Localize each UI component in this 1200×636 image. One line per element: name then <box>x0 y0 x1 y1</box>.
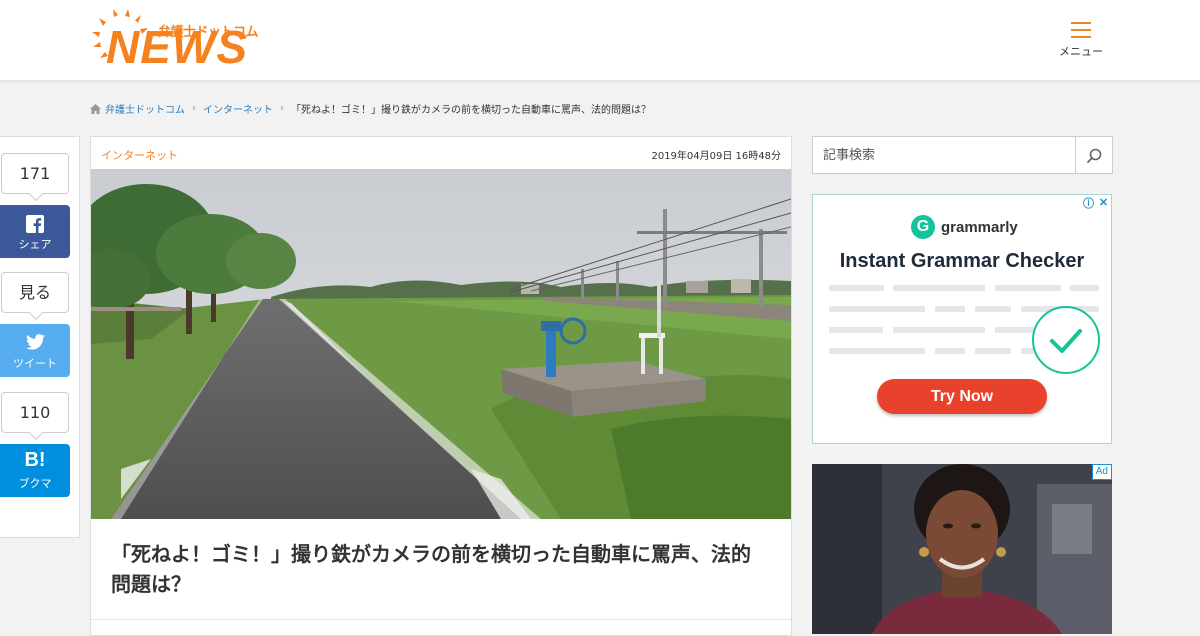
hamburger-menu-icon <box>1071 22 1091 38</box>
breadcrumb-category-link[interactable]: インターネット <box>203 101 273 116</box>
logo-wordmark: NEWS <box>106 21 248 73</box>
hatena-bookmark-icon: B! <box>24 449 46 471</box>
facebook-icon <box>26 215 44 233</box>
search-input[interactable] <box>813 137 1075 173</box>
info-icon[interactable]: ⓘ <box>1081 195 1096 210</box>
grammarly-brand: G grammarly <box>911 215 1018 239</box>
grammarly-logo-icon: G <box>911 215 935 239</box>
article-title: 「死ねよ！ゴミ！」撮り鉄がカメラの前を横切った自動車に罵声、法的問題は？ <box>111 542 751 596</box>
site-logo[interactable]: 弁護士ドットコム NEWS <box>92 8 259 72</box>
home-icon <box>90 103 101 114</box>
facebook-share-button[interactable]: シェア <box>0 205 70 258</box>
breadcrumb-separator: › <box>192 103 196 114</box>
breadcrumb-current: 「死ねよ！ゴミ！」撮り鉄がカメラの前を横切った自動車に罵声、法的問題は？ <box>291 105 651 116</box>
close-icon[interactable]: ✕ <box>1096 195 1111 210</box>
article-category-link[interactable]: インターネット <box>101 147 178 163</box>
menu-label: メニュー <box>1059 45 1103 58</box>
divider <box>91 619 791 620</box>
ad-photo <box>812 464 1112 634</box>
ad-headline: Instant Grammar Checker <box>839 250 1085 272</box>
twitter-bird-icon <box>26 334 45 350</box>
breadcrumb-separator: › <box>280 103 284 114</box>
breadcrumb: 弁護士ドットコム › インターネット › 「死ねよ！ゴミ！」撮り鉄がカメラの前を… <box>90 101 651 116</box>
breadcrumb-home-link[interactable]: 弁護士ドットコム <box>105 101 185 116</box>
article-hero-image <box>91 169 791 519</box>
photo-ad[interactable]: Ad <box>812 464 1112 634</box>
menu-button[interactable]: メニュー <box>1058 22 1104 66</box>
site-header: 弁護士ドットコム NEWS メニュー <box>0 0 1200 81</box>
checkmark-icon <box>1032 306 1100 374</box>
try-now-button[interactable]: Try Now <box>877 379 1047 414</box>
facebook-share-label: シェア <box>18 238 52 251</box>
article-date: 2019年04月09日 16時48分 <box>651 151 781 162</box>
ad-badge[interactable]: Ad <box>1091 464 1112 480</box>
hatena-bookmark-label: ブクマ <box>18 477 52 490</box>
twitter-share-count: 見る <box>1 272 69 313</box>
ad-choices: ⓘ ✕ <box>1081 195 1111 210</box>
twitter-share-button[interactable]: ツイート <box>0 324 70 377</box>
article-card: インターネット 2019年04月09日 16時48分 「死ねよ！ゴミ！」撮り鉄が… <box>90 136 792 636</box>
hatena-bookmark-button[interactable]: B! ブクマ <box>0 444 70 497</box>
search-icon <box>1087 148 1102 163</box>
search-box <box>812 136 1113 174</box>
hatena-bookmark-count: 110 <box>1 392 69 433</box>
grammarly-ad[interactable]: ⓘ ✕ G grammarly Instant Grammar Checker … <box>812 194 1112 444</box>
twitter-share-label: ツイート <box>13 357 57 370</box>
share-column: 171 シェア 見る ツイート 110 B! ブクマ <box>0 136 80 538</box>
grammarly-brand-name: grammarly <box>941 218 1018 236</box>
facebook-share-count: 171 <box>1 153 69 194</box>
search-button[interactable] <box>1075 137 1112 173</box>
